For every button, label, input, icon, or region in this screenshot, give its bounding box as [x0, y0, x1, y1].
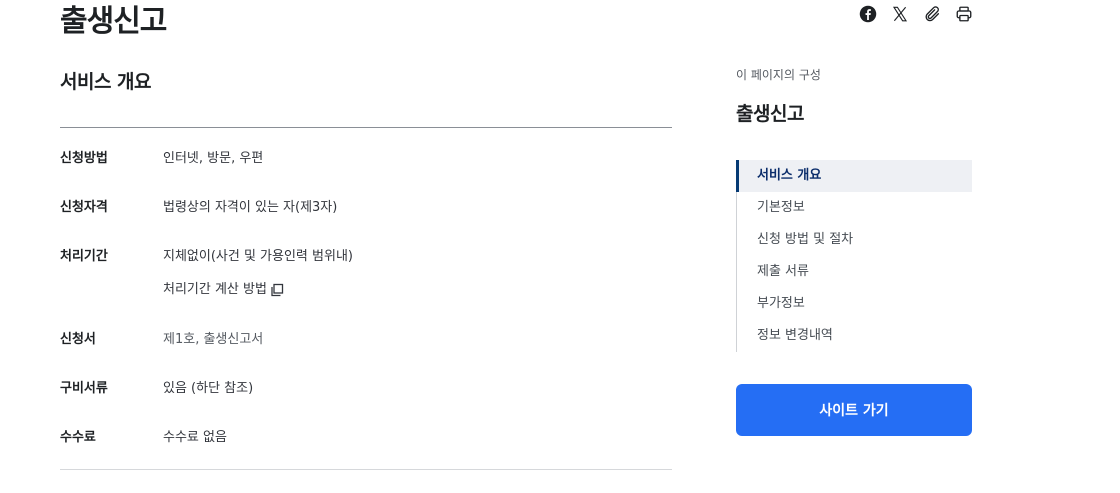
info-value: 법령상의 자격이 있는 자(제3자): [163, 200, 338, 215]
copy-link-button[interactable]: [916, 2, 948, 26]
info-value: 인터넷, 방문, 우편: [163, 151, 264, 166]
info-label: 신청자격: [60, 200, 108, 215]
share-toolbar: [852, 2, 980, 26]
info-label: 구비서류: [60, 381, 108, 396]
toc-item-documents[interactable]: 제출 서류: [737, 256, 972, 288]
info-row: 구비서류 있음 (하단 참조): [60, 380, 672, 398]
toc-nav: 서비스 개요 기본정보 신청 방법 및 절차 제출 서류 부가정보 정보 변경내…: [736, 160, 972, 352]
info-label: 신청방법: [60, 151, 108, 166]
x-share-button[interactable]: [884, 2, 916, 26]
info-row: 신청방법 인터넷, 방문, 우편: [60, 150, 672, 168]
toc-item-basic-info[interactable]: 기본정보: [737, 192, 972, 224]
x-icon: [892, 6, 908, 22]
print-icon: [956, 6, 972, 22]
facebook-icon: [859, 5, 877, 23]
toc-title: 출생신고: [736, 103, 804, 125]
info-value: 있음 (하단 참조): [163, 381, 254, 396]
info-label: 수수료: [60, 430, 96, 445]
info-label: 처리기간: [60, 249, 108, 264]
toc-item-service-overview[interactable]: 서비스 개요: [736, 160, 972, 192]
link-label: 처리기간 계산 방법: [163, 282, 267, 297]
info-value-group: 지체없이(사건 및 가용인력 범위내) 처리기간 계산 방법: [163, 248, 353, 299]
toc-caption: 이 페이지의 구성: [736, 68, 821, 82]
print-button[interactable]: [948, 2, 980, 26]
toc-item-application-procedure[interactable]: 신청 방법 및 절차: [737, 224, 972, 256]
divider: [60, 127, 672, 128]
info-row: 처리기간 지체없이(사건 및 가용인력 범위내) 처리기간 계산 방법: [60, 248, 672, 299]
info-row: 신청자격 법령상의 자격이 있는 자(제3자): [60, 199, 672, 217]
info-value: 지체없이(사건 및 가용인력 범위내): [163, 249, 353, 264]
facebook-share-button[interactable]: [852, 2, 884, 26]
toc-item-change-history[interactable]: 정보 변경내역: [737, 320, 972, 352]
processing-time-link[interactable]: 처리기간 계산 방법: [163, 281, 353, 299]
info-value: 수수료 없음: [163, 430, 227, 445]
info-row: 신청서 제1호, 출생신고서: [60, 331, 672, 349]
info-value: 제1호, 출생신고서: [163, 332, 264, 347]
info-label: 신청서: [60, 332, 96, 347]
go-to-site-button[interactable]: 사이트 가기: [736, 384, 972, 436]
section-title: 서비스 개요: [60, 71, 152, 93]
page-title: 출생신고: [60, 4, 167, 39]
link-icon: [925, 6, 940, 22]
info-row: 수수료 수수료 없음: [60, 429, 672, 447]
divider: [60, 469, 672, 470]
external-window-icon: [271, 283, 284, 297]
toc-item-additional-info[interactable]: 부가정보: [737, 288, 972, 320]
